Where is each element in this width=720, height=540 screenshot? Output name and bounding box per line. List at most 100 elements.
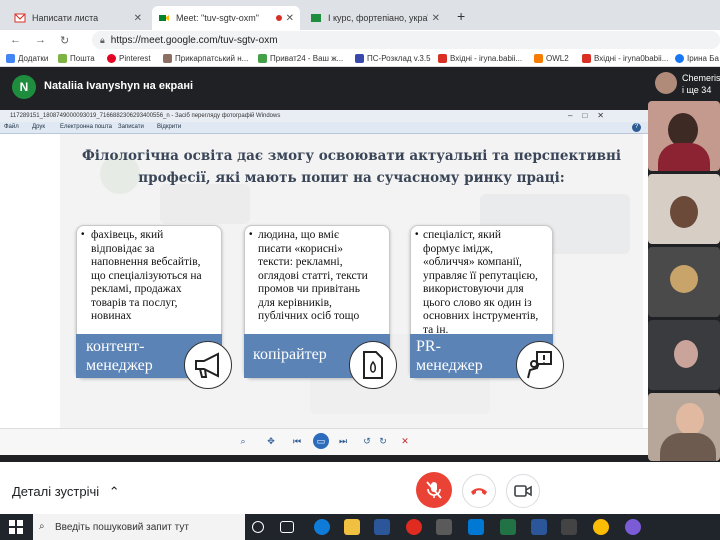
slide-heading-line1: Філологічна освіта дає змогу освоювати а… xyxy=(82,148,621,164)
taskbar-search-input[interactable]: ⌕ Введіть пошуковий запит тут xyxy=(33,514,245,540)
gmail-icon xyxy=(14,12,26,24)
zoom-icon[interactable]: ⌕ xyxy=(236,434,250,448)
mic-toggle-button[interactable] xyxy=(416,472,452,508)
previous-icon[interactable]: ⏮ xyxy=(290,434,304,448)
viewer-title-bar: 117289151_1808749000093019_7166882306293… xyxy=(0,110,648,122)
participant-tile[interactable] xyxy=(648,101,720,171)
task-view-icon[interactable] xyxy=(280,521,294,533)
presenter-avatar: N xyxy=(12,75,36,99)
tab-gmail[interactable]: Написати листа ✕ xyxy=(8,6,148,30)
chevron-up-icon: ⌃ xyxy=(108,484,120,499)
bookmark-university[interactable]: Прикарпатський н... xyxy=(163,52,248,65)
minimize-icon[interactable]: – xyxy=(568,111,582,120)
excel-icon[interactable] xyxy=(500,519,516,535)
file-explorer-icon[interactable] xyxy=(344,519,360,535)
menu-email[interactable]: Електронна пошта xyxy=(60,124,112,130)
forward-arrow-icon[interactable]: → xyxy=(35,34,46,46)
meeting-details-label: Деталі зустрічі xyxy=(12,484,100,499)
camera-toggle-button[interactable] xyxy=(506,474,540,508)
bookmark-schedule[interactable]: ПС-Розклад v.3.5 xyxy=(355,52,431,65)
slide-heading: Філологічна освіта дає змогу освоювати а… xyxy=(60,145,643,189)
classroom-icon xyxy=(310,12,322,24)
university-icon xyxy=(163,54,172,63)
app-icon[interactable] xyxy=(561,519,577,535)
edge-icon[interactable] xyxy=(314,519,330,535)
participant-name: Chemeris xyxy=(682,73,720,83)
back-arrow-icon[interactable]: ← xyxy=(10,34,21,46)
camera-icon xyxy=(514,485,532,497)
viewer-menu-bar: Файл Друк Електронна пошта Записати Відк… xyxy=(0,122,648,134)
schedule-icon xyxy=(355,54,364,63)
rotate-right-icon[interactable]: ↻ xyxy=(376,434,390,448)
bookmark-mail[interactable]: Пошта xyxy=(58,52,95,65)
menu-open[interactable]: Відкрити xyxy=(157,124,181,130)
mail-icon xyxy=(58,54,67,63)
opera-icon[interactable] xyxy=(406,519,422,535)
delete-icon[interactable]: ✕ xyxy=(398,434,412,448)
participant-figure xyxy=(676,403,704,435)
participant-figure xyxy=(668,113,698,147)
tab-meet[interactable]: Meet: "tuv-sgtv-oxm" ✕ xyxy=(152,6,300,30)
menu-burn[interactable]: Записати xyxy=(118,124,144,130)
meeting-details-button[interactable]: Деталі зустрічі ⌃ xyxy=(12,484,120,500)
cortana-icon[interactable] xyxy=(252,521,264,533)
new-tab-button[interactable]: + xyxy=(457,8,465,24)
participant-figure xyxy=(670,196,698,228)
next-icon[interactable]: ⏭ xyxy=(336,434,350,448)
card-description: спеціаліст, який формує імідж, «обличчя» к… xyxy=(423,229,539,336)
bookmark-privat24[interactable]: Приват24 - Ваш ж... xyxy=(258,52,343,65)
participant-more: і ще 34 xyxy=(682,85,712,95)
background-notebook xyxy=(160,184,250,224)
gmail-icon xyxy=(438,54,447,63)
role-title: копірайтер xyxy=(253,346,327,363)
tab-label: Meet: "tuv-sgtv-oxm" xyxy=(176,13,259,23)
menu-print[interactable]: Друк xyxy=(32,124,45,130)
megaphone-icon xyxy=(184,341,232,389)
gmail-icon xyxy=(582,54,591,63)
window-buttons: –□✕ xyxy=(568,111,614,120)
app-icon[interactable] xyxy=(436,519,452,535)
participant-tile[interactable] xyxy=(648,247,720,317)
bookmark-facebook[interactable]: Ірина Ба xyxy=(675,52,719,65)
participant-tile[interactable] xyxy=(648,174,720,244)
rotate-left-icon[interactable]: ↺ xyxy=(360,434,374,448)
participant-avatar xyxy=(674,340,698,368)
close-window-icon[interactable]: ✕ xyxy=(597,111,614,120)
hangup-icon xyxy=(471,488,487,495)
reload-icon[interactable]: ↻ xyxy=(60,34,69,47)
store-icon[interactable] xyxy=(374,519,390,535)
tab-close-icon[interactable]: ✕ xyxy=(286,13,294,24)
owl-icon xyxy=(534,54,543,63)
windows-start-icon[interactable] xyxy=(8,519,24,535)
lock-icon: 🔒︎ xyxy=(100,34,105,45)
bookmark-apps[interactable]: Додатки xyxy=(6,52,48,65)
bookmarks-bar: Додатки Пошта Pinterest Прикарпатський н… xyxy=(0,50,720,67)
search-icon: ⌕ xyxy=(39,521,45,532)
apps-grid-icon xyxy=(6,54,15,63)
mail-app-icon[interactable] xyxy=(468,519,484,535)
chrome-icon[interactable] xyxy=(593,519,609,535)
participant-tile[interactable] xyxy=(648,393,720,461)
bullet-marker: • xyxy=(415,229,419,240)
participant-tile[interactable] xyxy=(648,320,720,390)
maximize-icon[interactable]: □ xyxy=(582,111,597,120)
address-bar[interactable]: 🔒︎ https://meet.google.com/tuv-sgtv-oxm xyxy=(92,31,720,49)
tab-close-icon[interactable]: ✕ xyxy=(134,13,142,24)
tab-label: І курс, фортепіано, українська xyxy=(328,13,428,23)
tab-close-icon[interactable]: ✕ xyxy=(432,13,440,24)
menu-file[interactable]: Файл xyxy=(4,124,19,130)
meet-icon xyxy=(158,12,170,24)
app-icon[interactable] xyxy=(625,519,641,535)
fit-icon[interactable]: ✥ xyxy=(264,434,278,448)
help-icon[interactable]: ? xyxy=(632,123,641,132)
bookmark-pinterest[interactable]: Pinterest xyxy=(107,52,151,65)
presenter-label: Nataliia Ivanyshyn на екрані xyxy=(44,80,194,92)
bookmark-owl2[interactable]: OWL2 xyxy=(534,52,569,65)
document-icon xyxy=(349,341,397,389)
bookmark-inbox-2[interactable]: Вхідні - iryna0babii... xyxy=(582,52,668,65)
word-icon[interactable] xyxy=(531,519,547,535)
slideshow-icon[interactable]: ▭ xyxy=(313,433,329,449)
bookmark-inbox-1[interactable]: Вхідні - iryna.babii... xyxy=(438,52,522,65)
hangup-button[interactable] xyxy=(462,474,496,508)
tab-course[interactable]: І курс, фортепіано, українська ✕ xyxy=(304,6,446,30)
